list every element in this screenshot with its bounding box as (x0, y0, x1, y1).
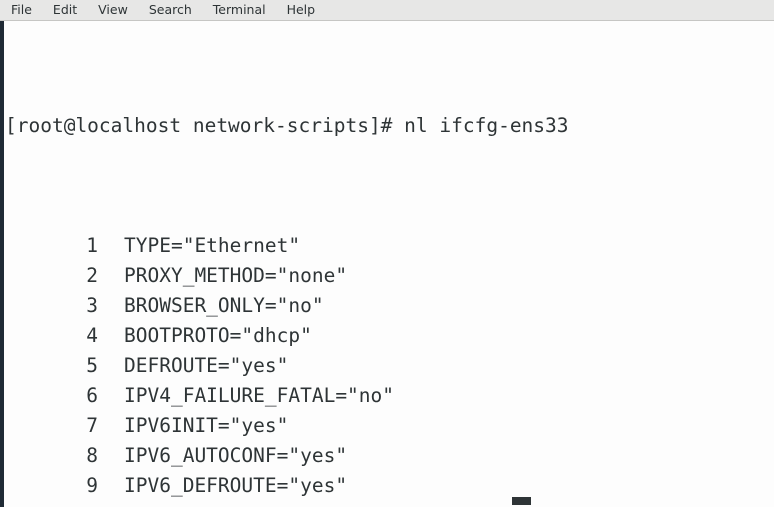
output-line-number: 3 (86, 294, 98, 317)
output-line-number: 6 (86, 384, 98, 407)
output-line-text: IPV6INIT="yes" (124, 414, 289, 437)
menu-bar: File Edit View Search Terminal Help (0, 0, 774, 21)
terminal-window: File Edit View Search Terminal Help [roo… (0, 0, 774, 507)
output-line: 3 BROWSER_ONLY="no" (4, 291, 774, 321)
output-line-number: 4 (86, 324, 98, 347)
output-line: 2 PROXY_METHOD="none" (4, 261, 774, 291)
output-line: 1 TYPE="Ethernet" (4, 231, 774, 261)
output-line-number: 2 (86, 264, 98, 287)
output-line-text: IPV4_FAILURE_FATAL="no" (124, 384, 395, 407)
window-left-edge-accent (0, 0, 4, 507)
output-line-number: 9 (86, 474, 98, 497)
output-line: 10IPV6_FAILURE_FATAL="no" (4, 501, 774, 507)
output-line: 9 IPV6_DEFROUTE="yes" (4, 471, 774, 501)
output-line-text: DEFROUTE="yes" (124, 354, 289, 377)
output-line-text: BROWSER_ONLY="no" (124, 294, 324, 317)
output-line-number: 7 (86, 414, 98, 437)
nl-command-output: 1 TYPE="Ethernet" 2 PROXY_METHOD="none" 3 BRO… (4, 231, 774, 507)
menu-item-help[interactable]: Help (279, 0, 324, 20)
output-line: 8 IPV6_AUTOCONF="yes" (4, 441, 774, 471)
output-line-text: PROXY_METHOD="none" (124, 264, 348, 287)
menu-item-edit[interactable]: Edit (45, 0, 85, 20)
output-line-text: BOOTPROTO="dhcp" (124, 324, 312, 347)
menu-item-search[interactable]: Search (141, 0, 200, 20)
text-cursor (512, 497, 531, 505)
output-line: 6 IPV4_FAILURE_FATAL="no" (4, 381, 774, 411)
output-line: 5 DEFROUTE="yes" (4, 351, 774, 381)
output-line-text: IPV6_AUTOCONF="yes" (124, 444, 348, 467)
output-line-number: 8 (86, 444, 98, 467)
output-line: 4 BOOTPROTO="dhcp" (4, 321, 774, 351)
output-line-text: IPV6_DEFROUTE="yes" (124, 474, 348, 497)
terminal-text-area[interactable]: [root@localhost network-scripts]# nl ifc… (4, 21, 774, 507)
shell-prompt-line: [root@localhost network-scripts]# nl ifc… (5, 114, 569, 137)
output-line-number: 1 (86, 234, 98, 257)
output-line-text: TYPE="Ethernet" (124, 234, 301, 257)
output-line-number: 5 (86, 354, 98, 377)
menu-item-terminal[interactable]: Terminal (205, 0, 274, 20)
menu-item-view[interactable]: View (90, 0, 136, 20)
output-line-number: 10 (4, 501, 98, 507)
menu-item-file[interactable]: File (3, 0, 40, 20)
output-line: 7 IPV6INIT="yes" (4, 411, 774, 441)
